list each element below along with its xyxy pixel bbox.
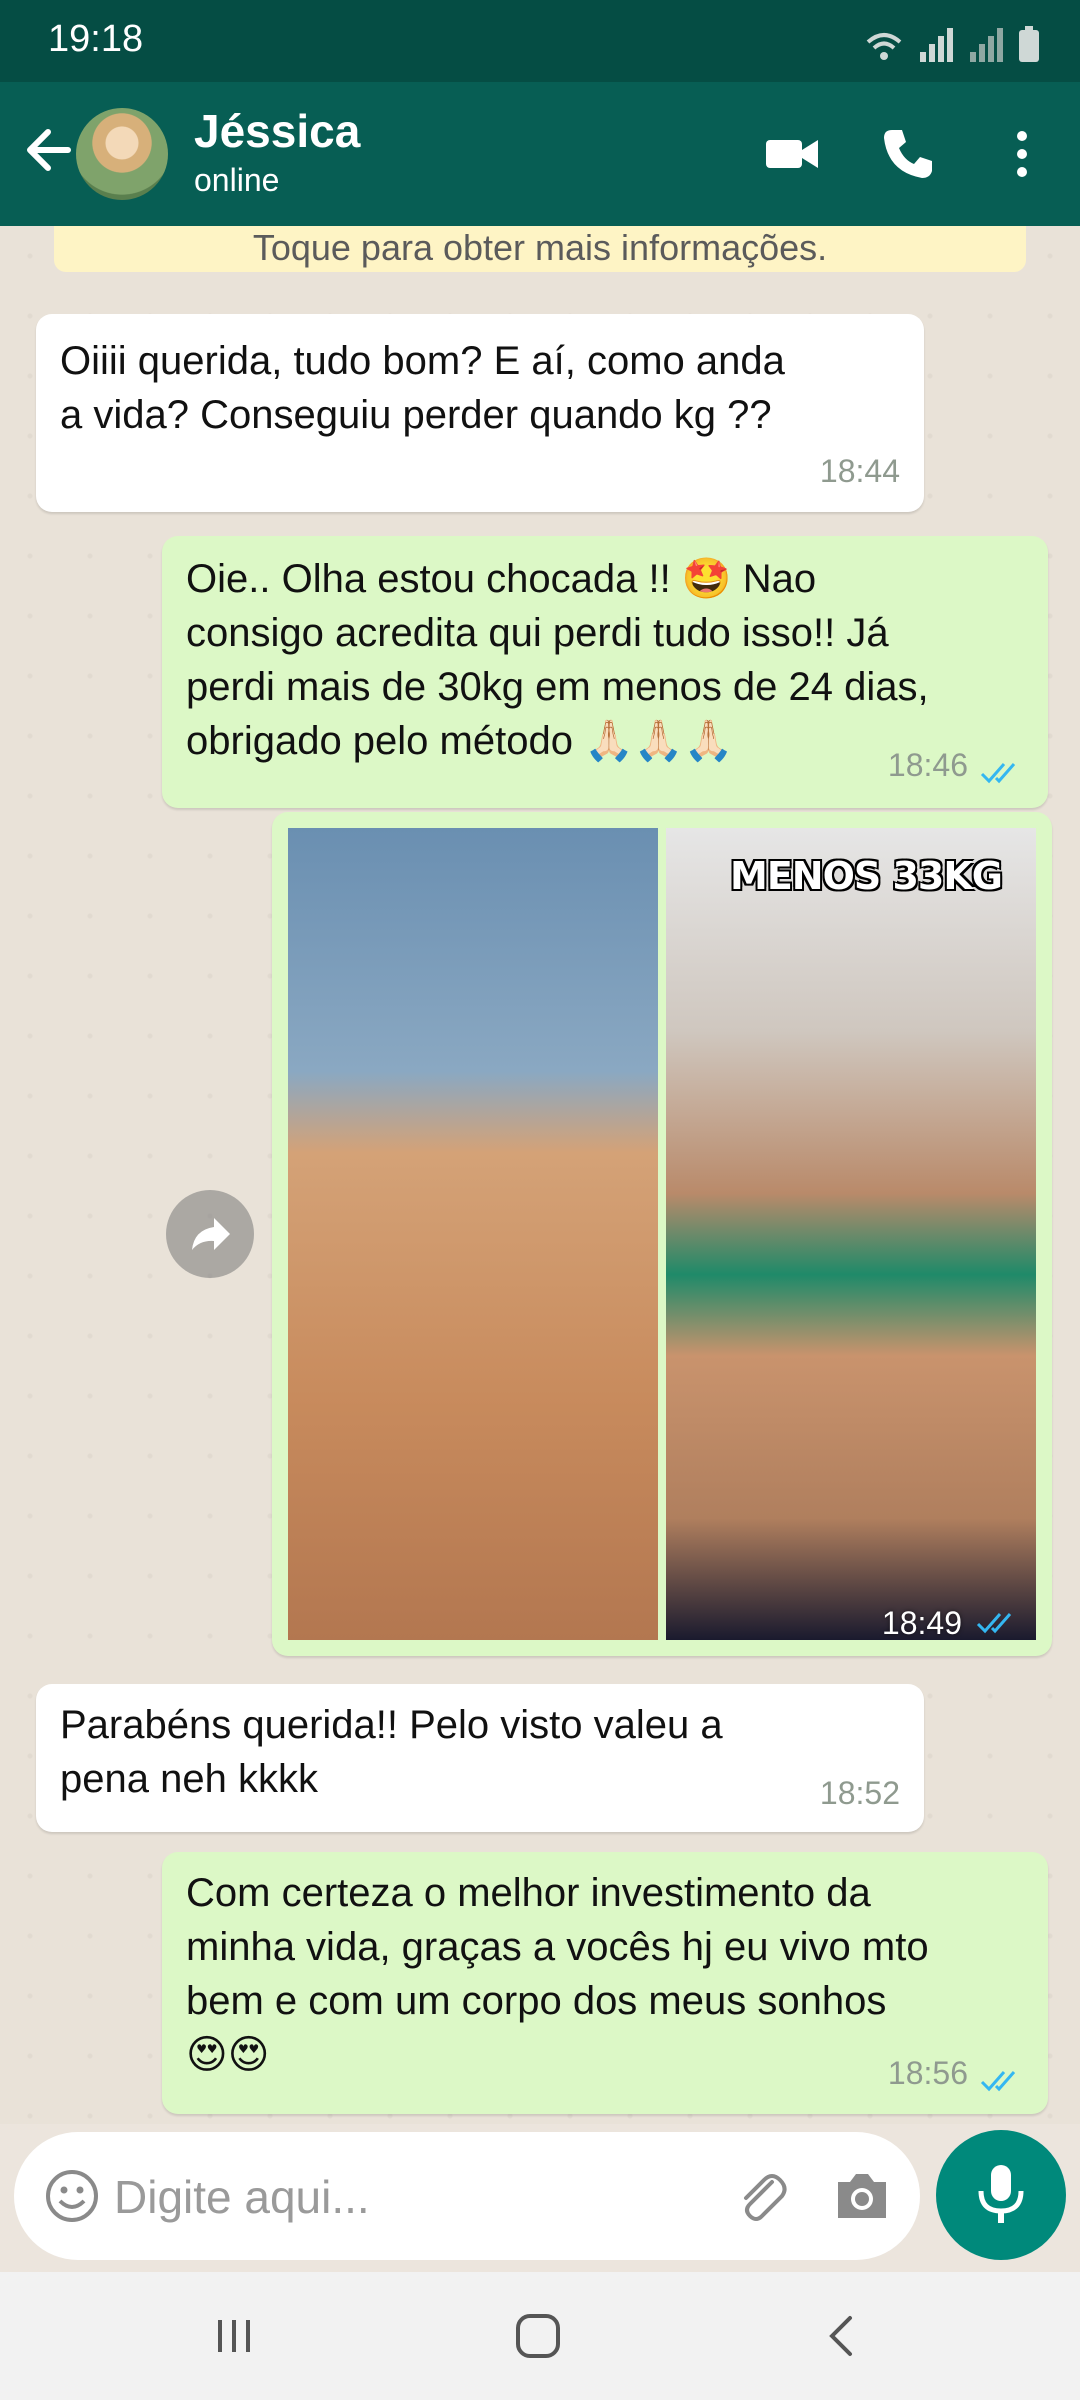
forward-button[interactable]	[166, 1190, 254, 1278]
message-time: 18:52	[819, 1775, 900, 1811]
status-time: 19:18	[48, 18, 144, 60]
message-outgoing[interactable]: Com certeza o melhor investimento da min…	[162, 1852, 1048, 2114]
wifi-icon	[866, 33, 902, 60]
phone-call-icon[interactable]	[878, 124, 938, 184]
status-bar: 19:18	[0, 0, 1080, 82]
message-time: 18:46	[887, 747, 968, 783]
message-text: Oiiii querida, tudo bom? E aí, como anda…	[60, 339, 785, 437]
message-text: Parabéns querida!! Pelo visto valeu a pe…	[60, 1703, 723, 1801]
message-text: Oie.. Olha estou chocada !! 🤩 Nao consig…	[186, 557, 929, 763]
home-icon[interactable]	[512, 2310, 564, 2362]
signal-2-icon	[970, 28, 1003, 62]
emoji-icon[interactable]	[44, 2168, 100, 2224]
message-time: 18:56	[887, 2055, 968, 2091]
message-outgoing[interactable]: Oie.. Olha estou chocada !! 🤩 Nao consig…	[162, 536, 1048, 808]
contact-name[interactable]: Jéssica	[194, 104, 360, 158]
message-composer[interactable]: Digite aqui...	[14, 2132, 920, 2260]
message-input[interactable]: Digite aqui...	[114, 2170, 370, 2224]
read-ticks-icon	[976, 1613, 1012, 1634]
encryption-info-banner[interactable]: Toque para obter mais informações.	[54, 226, 1026, 272]
chat-area[interactable]: Toque para obter mais informações. Oiiii…	[0, 226, 1080, 2124]
chat-header: Jéssica online	[0, 82, 1080, 226]
signal-icon	[920, 28, 953, 62]
more-options-icon[interactable]	[992, 124, 1052, 184]
message-time: 18:44	[819, 453, 900, 489]
message-incoming[interactable]: Oiiii querida, tudo bom? E aí, como anda…	[36, 314, 924, 512]
read-ticks-icon	[980, 2071, 1016, 2092]
photo-caption-text: MENOS 33KG	[730, 854, 1003, 898]
microphone-icon	[978, 2165, 1024, 2223]
system-nav-bar	[0, 2272, 1080, 2400]
message-time: 18:49	[881, 1605, 962, 1641]
status-icons	[864, 18, 1040, 62]
forward-icon	[192, 1218, 230, 1250]
recent-apps-icon[interactable]	[210, 2312, 258, 2360]
before-photo	[288, 828, 658, 1640]
attach-icon[interactable]	[732, 2168, 792, 2228]
camera-icon[interactable]	[832, 2168, 892, 2224]
contact-status: online	[194, 162, 280, 198]
message-text: Com certeza o melhor investimento da min…	[186, 1871, 929, 2077]
back-nav-icon[interactable]	[818, 2312, 866, 2360]
avatar[interactable]	[76, 108, 168, 200]
message-image[interactable]: MENOS 33KG 18:49	[272, 812, 1052, 1656]
back-arrow-icon[interactable]	[22, 120, 72, 180]
voice-message-button[interactable]	[936, 2130, 1066, 2260]
message-incoming[interactable]: Parabéns querida!! Pelo visto valeu a pe…	[36, 1684, 924, 1832]
read-ticks-icon	[980, 763, 1016, 784]
battery-icon	[1019, 26, 1039, 62]
video-call-icon[interactable]	[762, 124, 822, 184]
after-photo: MENOS 33KG	[666, 828, 1036, 1640]
